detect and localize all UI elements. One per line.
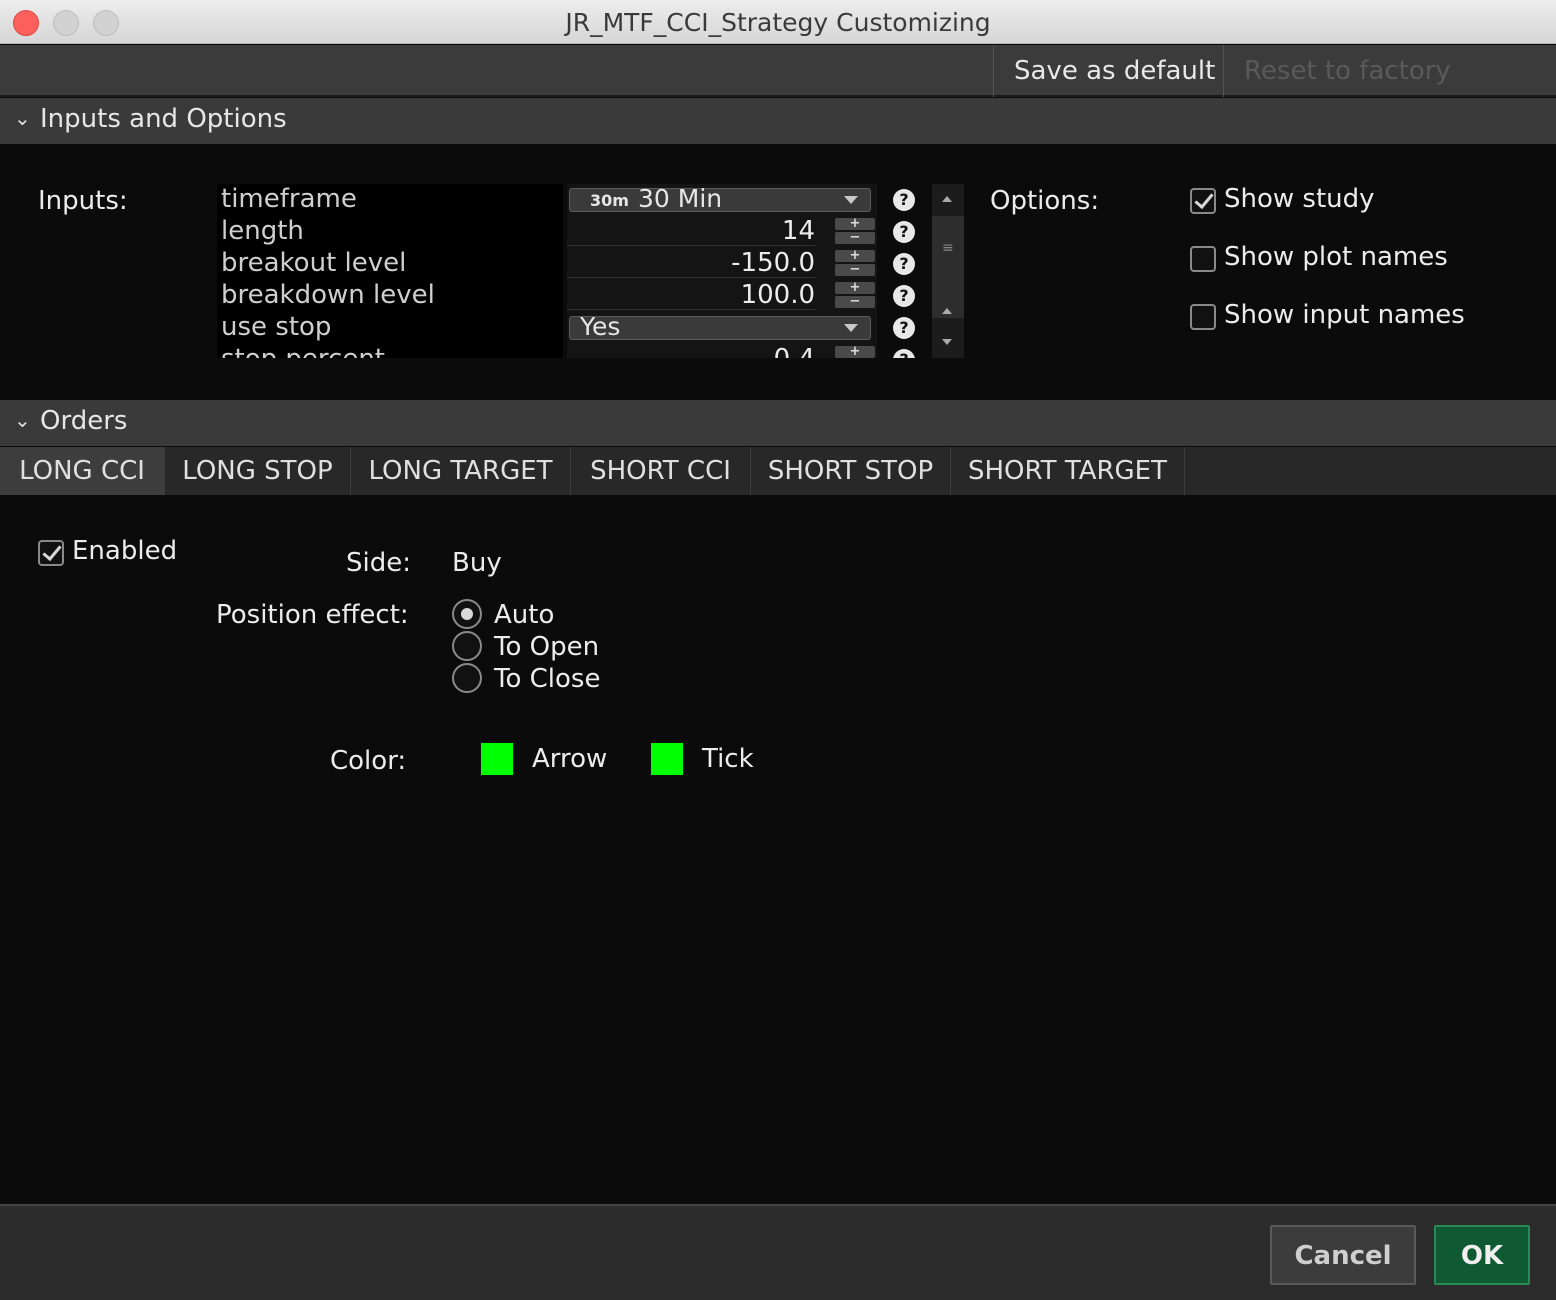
breakout-level-value[interactable]: -150.0: [567, 248, 815, 278]
length-value[interactable]: 14: [567, 216, 815, 246]
tab-long-cci[interactable]: LONG CCI: [0, 447, 165, 495]
tab-short-stop[interactable]: SHORT STOP: [751, 447, 951, 495]
reset-to-factory-default-button[interactable]: Reset to factory default: [1223, 45, 1556, 138]
tick-color-label: Tick: [702, 744, 754, 774]
input-name-breakout-level: breakout level: [221, 248, 407, 278]
decrement-icon[interactable]: −: [835, 295, 875, 308]
timeframe-badge: 30m: [590, 191, 629, 210]
inputs-options-title: Inputs and Options: [40, 104, 287, 134]
chevron-down-icon: ⌄: [14, 106, 31, 130]
side-label: Side:: [346, 548, 411, 578]
toolbar: Save as default Reset to factory default: [0, 45, 1556, 138]
input-values-column: 30m 30 Min 14 + − -150.0 + − 100.0 + − Y…: [567, 184, 877, 358]
orders-title: Orders: [40, 406, 128, 436]
scroll-down-icon[interactable]: [942, 339, 952, 345]
checkbox-checked-icon[interactable]: [38, 540, 64, 566]
increment-icon[interactable]: +: [835, 345, 875, 358]
orders-header[interactable]: ⌄ Orders: [0, 400, 1556, 446]
input-name-stop-percent: stop percent: [221, 344, 385, 358]
arrow-color-swatch[interactable]: [480, 742, 514, 776]
checkbox-icon[interactable]: [1190, 304, 1216, 330]
increment-icon[interactable]: +: [835, 249, 875, 262]
dropdown-arrow-icon: [844, 324, 858, 332]
input-name-breakdown-level: breakdown level: [221, 280, 435, 310]
color-label: Color:: [330, 746, 407, 776]
grip-icon: ≡: [942, 240, 954, 256]
show-plot-names-label: Show plot names: [1224, 242, 1448, 272]
chevron-down-icon: ⌄: [14, 408, 31, 432]
options-label: Options:: [990, 186, 1100, 216]
use-stop-dropdown[interactable]: Yes: [569, 312, 871, 341]
radio-to-close[interactable]: [452, 663, 482, 693]
help-icon[interactable]: ?: [893, 221, 915, 243]
checkbox-checked-icon[interactable]: [1190, 188, 1216, 214]
show-input-names-option[interactable]: Show input names: [1190, 300, 1510, 332]
dialog-footer: Cancel OK: [0, 1204, 1556, 1300]
help-icon[interactable]: ?: [893, 349, 915, 358]
window-title: JR_MTF_CCI_Strategy Customizing: [565, 8, 991, 37]
checkbox-icon[interactable]: [1190, 246, 1216, 272]
timeframe-dropdown[interactable]: 30m 30 Min: [569, 184, 871, 213]
cancel-button[interactable]: Cancel: [1270, 1225, 1416, 1285]
title-bar: JR_MTF_CCI_Strategy Customizing: [0, 0, 1556, 44]
input-name-use-stop: use stop: [221, 312, 332, 342]
position-effect-to-close-label[interactable]: To Close: [494, 664, 600, 694]
inputs-label: Inputs:: [38, 186, 128, 216]
length-stepper[interactable]: + −: [835, 217, 875, 244]
position-effect-label: Position effect:: [216, 600, 409, 630]
save-as-default-button[interactable]: Save as default: [993, 45, 1235, 97]
tick-color-swatch[interactable]: [650, 742, 684, 776]
show-study-label: Show study: [1224, 184, 1375, 214]
help-icon[interactable]: ?: [893, 317, 915, 339]
stop-percent-stepper[interactable]: + −: [835, 345, 875, 358]
enabled-option[interactable]: Enabled: [38, 536, 198, 568]
tab-short-cci[interactable]: SHORT CCI: [571, 447, 751, 495]
help-icon[interactable]: ?: [893, 285, 915, 307]
breakdown-level-value[interactable]: 100.0: [567, 280, 815, 310]
increment-icon[interactable]: +: [835, 281, 875, 294]
help-icon[interactable]: ?: [893, 253, 915, 275]
enabled-label: Enabled: [72, 536, 178, 566]
scroll-up-icon[interactable]: [942, 308, 952, 314]
arrow-color-label: Arrow: [532, 744, 608, 774]
timeframe-value: 30 Min: [638, 184, 723, 213]
input-name-timeframe: timeframe: [221, 184, 357, 214]
radio-to-open[interactable]: [452, 631, 482, 661]
breakout-level-stepper[interactable]: + −: [835, 249, 875, 276]
breakdown-level-stepper[interactable]: + −: [835, 281, 875, 308]
scroll-thumb[interactable]: [932, 216, 964, 318]
input-name-length: length: [221, 216, 304, 246]
stop-percent-value[interactable]: 0.4: [567, 344, 815, 358]
position-effect-auto-label[interactable]: Auto: [494, 600, 554, 630]
show-plot-names-option[interactable]: Show plot names: [1190, 242, 1490, 274]
inputs-grid: timeframe length breakout level breakdow…: [217, 184, 937, 358]
inputs-scrollbar[interactable]: ≡: [932, 184, 964, 358]
increment-icon[interactable]: +: [835, 217, 875, 230]
side-value: Buy: [452, 548, 502, 578]
decrement-icon[interactable]: −: [835, 263, 875, 276]
decrement-icon[interactable]: −: [835, 231, 875, 244]
input-names-column: timeframe length breakout level breakdow…: [217, 184, 563, 358]
ok-button[interactable]: OK: [1434, 1225, 1530, 1285]
position-effect-to-open-label[interactable]: To Open: [494, 632, 599, 662]
help-icon[interactable]: ?: [893, 189, 915, 211]
tab-long-stop[interactable]: LONG STOP: [165, 447, 351, 495]
tab-long-target[interactable]: LONG TARGET: [351, 447, 571, 495]
scroll-up-icon[interactable]: [942, 196, 952, 202]
tab-short-target[interactable]: SHORT TARGET: [951, 447, 1185, 495]
dropdown-arrow-icon: [844, 196, 858, 204]
use-stop-value: Yes: [580, 312, 621, 341]
inputs-options-header[interactable]: ⌄ Inputs and Options: [0, 98, 1556, 144]
radio-auto[interactable]: [452, 599, 482, 629]
orders-tab-bar: LONG CCI LONG STOP LONG TARGET SHORT CCI…: [0, 447, 1556, 495]
show-study-option[interactable]: Show study: [1190, 184, 1490, 216]
show-input-names-label: Show input names: [1224, 300, 1465, 330]
